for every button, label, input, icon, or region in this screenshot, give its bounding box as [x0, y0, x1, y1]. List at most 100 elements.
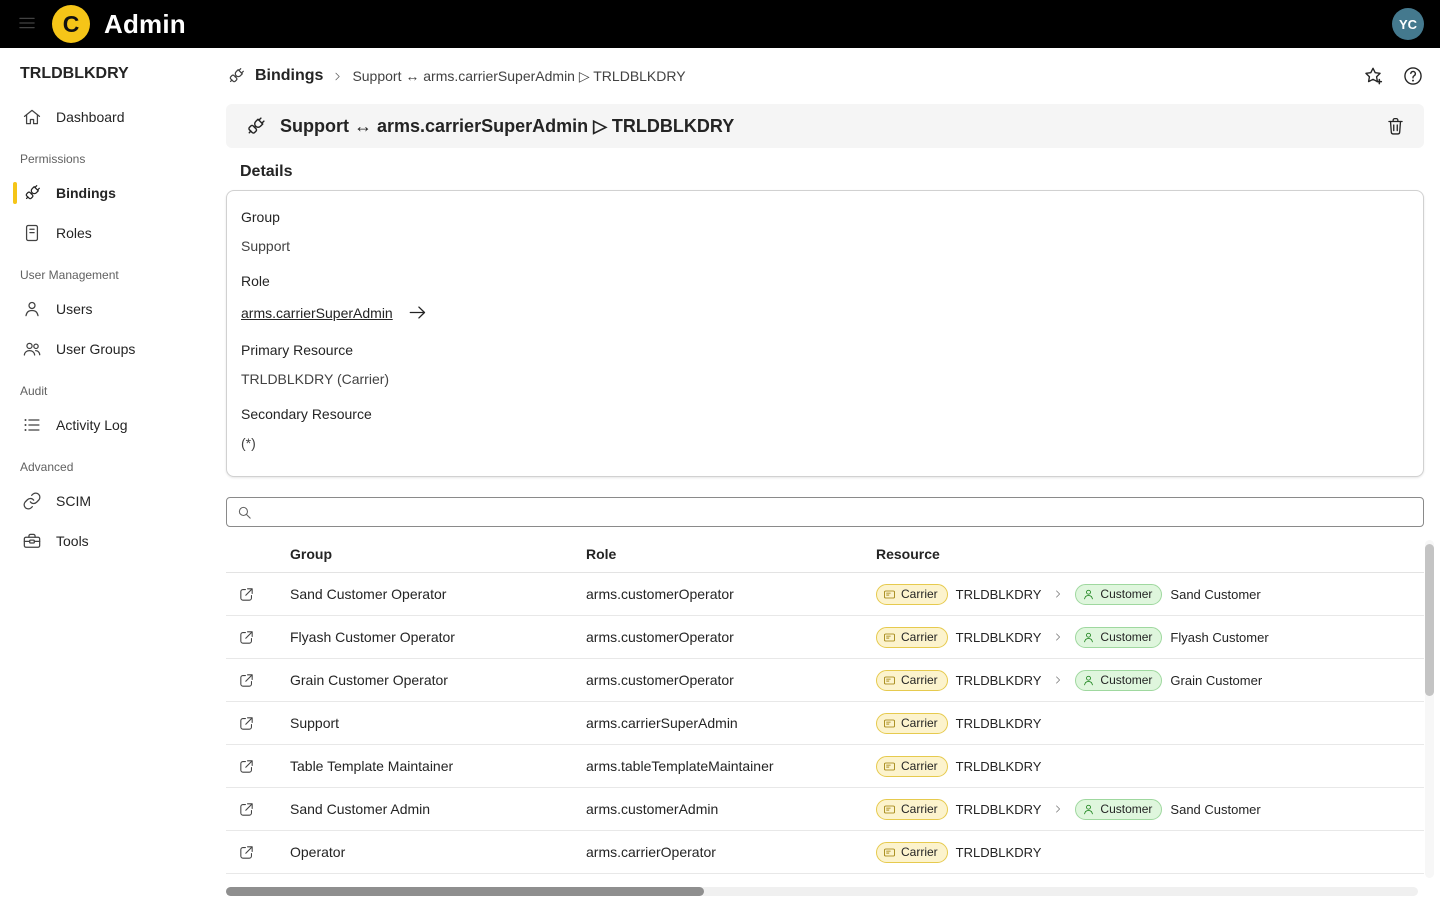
table-row[interactable]: Sand Customer Operator arms.customerOpera…: [226, 573, 1424, 616]
sidebar-item-label: User Groups: [56, 341, 136, 357]
table-row[interactable]: Sand Customer Admin arms.customerAdmin Car…: [226, 788, 1424, 831]
customer-badge: Customer: [1075, 669, 1163, 691]
detail-field-group: Group Support: [241, 209, 1409, 254]
open-binding-button[interactable]: [238, 801, 255, 818]
search-icon: [236, 504, 253, 521]
sidebar-item-tools[interactable]: Tools: [0, 521, 210, 561]
open-binding-button[interactable]: [238, 586, 255, 603]
notebook-icon: [22, 223, 42, 243]
table-row[interactable]: Flyash Customer Operator arms.customerOpe…: [226, 616, 1424, 659]
avatar[interactable]: YC: [1392, 8, 1424, 40]
resource-name: TRLDBLKDRY: [955, 715, 1042, 731]
horizontal-scrollbar-thumb[interactable]: [226, 887, 704, 896]
arrow-icon: [407, 302, 428, 323]
carrier-badge: Carrier: [876, 712, 948, 734]
help-button[interactable]: [1402, 65, 1424, 87]
sidebar-item-roles[interactable]: Roles: [0, 213, 210, 253]
cell-group: Operator: [290, 844, 346, 860]
horizontal-scrollbar[interactable]: [226, 887, 1418, 896]
resource-name: TRLDBLKDRY: [955, 801, 1042, 817]
toolbox-icon: [22, 531, 42, 551]
cell-role: arms.carrierOperator: [586, 844, 716, 860]
sidebar-section-label: Permissions: [20, 152, 86, 166]
resource-name: TRLDBLKDRY: [955, 844, 1042, 860]
open-binding-button[interactable]: [238, 672, 255, 689]
cell-group: Table Template Maintainer: [290, 758, 454, 774]
open-icon: [238, 586, 255, 603]
breadcrumb-root-label: Bindings: [255, 67, 324, 84]
resource-name: TRLDBLKDRY: [955, 586, 1042, 602]
role-link-label: arms.carrierSuperAdmin: [241, 304, 393, 321]
cell-resource: Carrier TRLDBLKDRY Customer Sand Customer: [876, 583, 1424, 605]
search-input[interactable]: [260, 504, 1414, 520]
detail-field-label: Secondary Resource: [241, 406, 372, 422]
resource-name: Flyash Customer: [1170, 629, 1269, 645]
header-role: Role: [586, 545, 617, 562]
table-row[interactable]: Grain Customer Operator arms.customerOper…: [226, 659, 1424, 702]
carrier-badge: Carrier: [876, 626, 948, 648]
breadcrumb-bindings[interactable]: Bindings: [226, 66, 323, 86]
open-binding-button[interactable]: [238, 844, 255, 861]
cell-group: Sand Customer Admin: [290, 801, 431, 817]
resource-name: TRLDBLKDRY: [955, 629, 1042, 645]
sidebar-title: TRLDBLKDRY: [20, 65, 129, 82]
cell-role: arms.tableTemplateMaintainer: [586, 758, 774, 774]
sidebar-item-dashboard[interactable]: Dashboard: [0, 97, 210, 137]
header-resource: Resource: [876, 545, 940, 562]
badge-label: Customer: [1100, 630, 1153, 644]
sidebar-item-activity-log[interactable]: Activity Log: [0, 405, 210, 445]
open-binding-button[interactable]: [238, 629, 255, 646]
trash-icon: [1385, 116, 1406, 137]
open-icon: [238, 672, 255, 689]
table-row[interactable]: Support arms.carrierSuperAdmin Carrier TRLD…: [226, 702, 1424, 745]
plug-icon: [244, 115, 267, 138]
role-link[interactable]: arms.carrierSuperAdmin: [241, 302, 428, 323]
detail-field-secondary-resource: Secondary Resource (*): [241, 406, 1409, 451]
card-icon: [883, 631, 896, 644]
sidebar-item-users[interactable]: Users: [0, 289, 210, 329]
detail-field-value: (*): [241, 435, 256, 451]
sidebar-item-bindings[interactable]: Bindings: [0, 173, 210, 213]
sidebar-item-scim[interactable]: SCIM: [0, 481, 210, 521]
sidebar-section-label: Audit: [20, 384, 48, 398]
cell-role: arms.carrierSuperAdmin: [586, 715, 738, 731]
cell-open: [226, 672, 290, 689]
bindings-table: Group Role Resource Sand Customer Operat…: [226, 535, 1424, 874]
card-icon: [883, 760, 896, 773]
main-content: Bindings Support ↔ arms.carrierSuperAdmi…: [210, 57, 1440, 874]
customer-badge: Customer: [1075, 583, 1163, 605]
sidebar-nav: Dashboard Permissions Bindings Roles User Ma…: [0, 97, 210, 561]
sidebar-section-label: Advanced: [20, 460, 74, 474]
open-binding-button[interactable]: [238, 715, 255, 732]
cell-group: Flyash Customer Operator: [290, 629, 455, 645]
badge-label: Customer: [1100, 802, 1153, 816]
hamburger-menu-button[interactable]: [16, 13, 38, 35]
sidebar-item-label: Activity Log: [56, 417, 128, 433]
badge-label: Customer: [1100, 587, 1153, 601]
table-row[interactable]: Operator arms.carrierOperator Carrier TRLDB…: [226, 831, 1424, 874]
cell-group: Grain Customer Operator: [290, 672, 448, 688]
open-binding-button[interactable]: [238, 758, 255, 775]
open-icon: [238, 758, 255, 775]
badge-label: Customer: [1100, 673, 1153, 687]
favorite-add-button[interactable]: [1362, 65, 1384, 87]
person-icon: [1082, 588, 1095, 601]
link-icon: [22, 491, 42, 511]
vertical-scrollbar[interactable]: [1425, 540, 1434, 878]
delete-binding-button[interactable]: [1385, 116, 1406, 137]
carrier-badge: Carrier: [876, 583, 948, 605]
tasklist-icon: [22, 415, 42, 435]
resource-name: Grain Customer: [1170, 672, 1263, 688]
hamburger-icon: [17, 13, 37, 33]
person-icon: [1082, 631, 1095, 644]
detail-field-role: Role arms.carrierSuperAdmin: [241, 273, 1409, 323]
breadcrumb-current: Support ↔ arms.carrierSuperAdmin ▷ TRLDB…: [352, 67, 686, 84]
resource-name: Sand Customer: [1170, 801, 1261, 817]
sidebar-item-user-groups[interactable]: User Groups: [0, 329, 210, 369]
table-row[interactable]: Table Template Maintainer arms.tableTempl…: [226, 745, 1424, 788]
cell-open: [226, 844, 290, 861]
sidebar: TRLDBLKDRY Dashboard Permissions Bindings R…: [0, 48, 210, 900]
table-header: Group Role Resource: [226, 535, 1424, 573]
vertical-scrollbar-thumb[interactable]: [1425, 544, 1434, 696]
sidebar-item-label: Dashboard: [56, 109, 125, 125]
